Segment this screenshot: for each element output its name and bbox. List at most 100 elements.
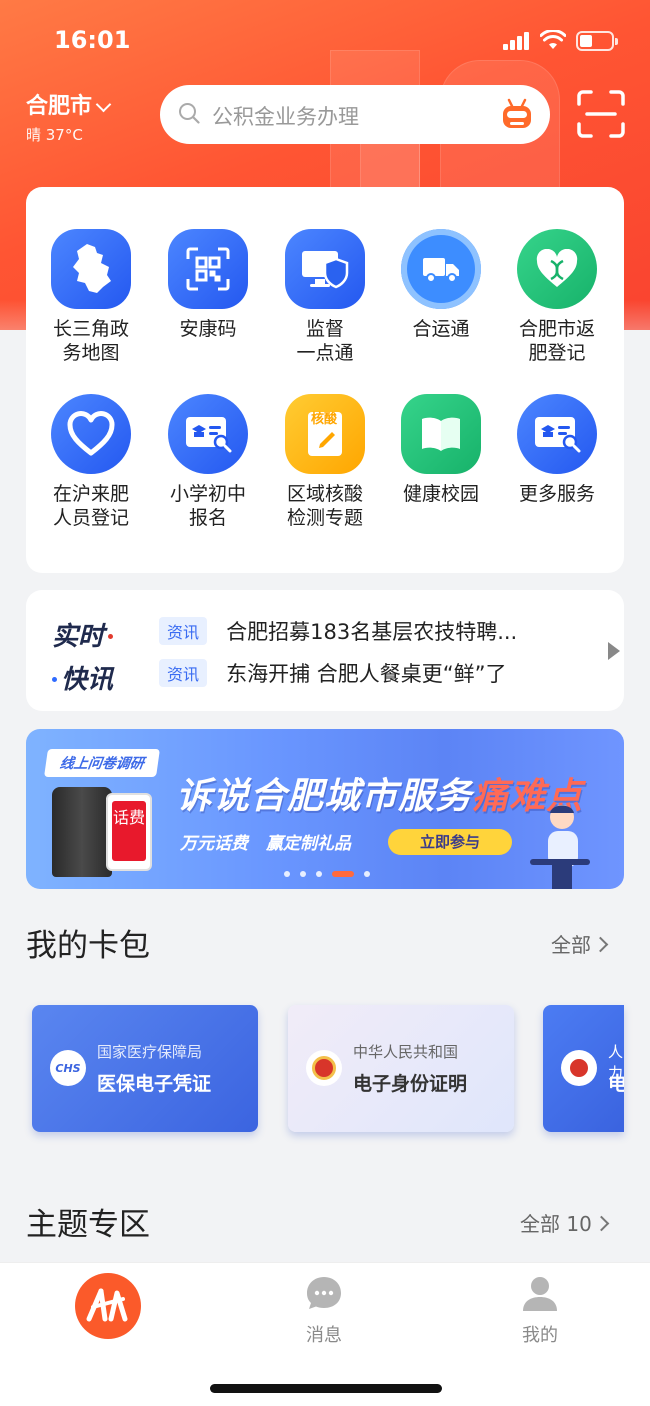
service-label-line1: 安康码 xyxy=(179,318,237,340)
id-card-icon xyxy=(517,394,597,474)
service-more[interactable]: 更多服务 xyxy=(499,394,615,506)
qr-code-icon xyxy=(168,229,248,309)
service-label: 合肥市返 肥登记 xyxy=(499,317,615,365)
truck-icon xyxy=(401,229,481,309)
service-healthy-campus[interactable]: 健康校园 xyxy=(383,394,499,506)
pagination-dot xyxy=(300,870,306,877)
person-illustration xyxy=(530,805,590,889)
monitor-shield-icon xyxy=(285,229,365,309)
card-issuer: 国家医疗保障局 xyxy=(97,1043,203,1061)
emblem-shape xyxy=(567,1056,591,1080)
heart-dna-icon xyxy=(517,229,597,309)
service-ankang-code[interactable]: 安康码 xyxy=(150,229,266,341)
promo-banner[interactable]: 线上问卷调研 话费 诉说合肥城市服务痛难点 万元话费 赢定制礼品 立即参与 xyxy=(26,729,624,889)
wifi-icon xyxy=(540,30,566,49)
service-label-line1: 区域核酸 xyxy=(286,483,363,505)
electronic-id-card[interactable]: 中华人民共和国 电子身份证明 xyxy=(288,1005,514,1132)
chevron-right-icon xyxy=(593,1215,610,1232)
pagination-dot xyxy=(284,870,290,877)
news-logo: 实时 快讯 xyxy=(52,616,142,696)
service-label: 区域核酸 检测专题 xyxy=(267,482,383,530)
wallet-view-all-link[interactable]: 全部 xyxy=(551,929,609,958)
news-title: 合肥招募183名基层农技特聘... xyxy=(226,620,518,644)
service-label-line1: 健康校园 xyxy=(402,483,479,505)
pagination-dot xyxy=(332,870,354,877)
search-placeholder: 公积金业务办理 xyxy=(212,105,359,129)
service-label-line1: 小学初中 xyxy=(169,483,246,505)
chs-emblem-text: CHS xyxy=(55,1061,81,1075)
user-icon xyxy=(521,1275,559,1313)
search-input[interactable]: 公积金业务办理 xyxy=(160,85,550,144)
service-supervision[interactable]: 监督 一点通 xyxy=(267,229,383,365)
service-label: 长三角政 务地图 xyxy=(33,317,149,365)
service-label: 健康校园 xyxy=(383,482,499,506)
service-nucleic-test[interactable]: 核酸 区域核酸 检测专题 xyxy=(267,394,383,530)
map-icon xyxy=(51,229,131,309)
chevron-down-icon xyxy=(95,96,112,113)
service-school-enrollment[interactable]: 小学初中 报名 xyxy=(150,394,266,530)
cellular-signal-icon xyxy=(503,32,533,50)
social-security-card[interactable]: 人力 电 xyxy=(543,1005,624,1132)
news-item[interactable]: 资讯 东海开捕 合肥人餐桌更“鲜”了 xyxy=(159,658,507,687)
card-name: 电 xyxy=(608,1073,624,1095)
nucleic-badge: 核酸 xyxy=(311,412,338,427)
service-label-line2: 检测专题 xyxy=(286,507,363,529)
smart-speaker-image xyxy=(52,787,112,877)
service-yangtze-map[interactable]: 长三角政 务地图 xyxy=(33,229,149,365)
status-time: 16:01 xyxy=(54,26,131,54)
chevron-right-icon xyxy=(592,936,609,953)
service-label-line2: 报名 xyxy=(188,507,227,529)
home-indicator xyxy=(210,1384,442,1393)
news-ticker[interactable]: 实时 快讯 资讯 合肥招募183名基层农技特聘... 资讯 东海开捕 合肥人餐桌… xyxy=(26,590,624,711)
service-label: 更多服务 xyxy=(499,482,615,506)
tab-mine-label: 我的 xyxy=(522,1325,558,1346)
weather-text: 晴 37°C xyxy=(26,126,83,144)
chs-emblem-icon: CHS xyxy=(50,1050,86,1086)
service-label-line2: 人员登记 xyxy=(52,507,129,529)
service-label-line1: 更多服务 xyxy=(518,483,595,505)
pagination-dot xyxy=(364,870,370,877)
service-heyuntong[interactable]: 合运通 xyxy=(383,229,499,341)
service-label: 在沪来肥 人员登记 xyxy=(33,482,149,530)
card-issuer: 中华人民共和国 xyxy=(353,1043,459,1061)
service-return-registration[interactable]: 合肥市返 肥登记 xyxy=(499,229,615,365)
news-tag: 资讯 xyxy=(159,617,208,645)
banner-pagination xyxy=(284,863,380,877)
service-shanghai-arrival[interactable]: 在沪来肥 人员登记 xyxy=(33,394,149,530)
tab-home[interactable] xyxy=(75,1273,141,1339)
hrss-emblem-icon xyxy=(561,1050,597,1086)
services-grid: 长三角政 务地图 安康码 监督 一点通 合运通 合肥市返 肥登记 在沪来肥 人员… xyxy=(26,187,624,573)
national-emblem-icon xyxy=(306,1050,342,1086)
heart-icon xyxy=(51,394,131,474)
tab-messages-label: 消息 xyxy=(306,1325,342,1346)
news-tag: 资讯 xyxy=(159,659,208,687)
service-label-line1: 在沪来肥 xyxy=(52,483,129,505)
banner-ribbon: 线上问卷调研 xyxy=(44,749,160,777)
wanshitong-logo-icon xyxy=(86,1288,128,1322)
topics-view-all-link[interactable]: 全部 10 xyxy=(520,1208,610,1237)
topics-view-all-label: 全部 10 xyxy=(520,1212,592,1236)
battery-icon xyxy=(576,31,618,51)
service-label-line2: 肥登记 xyxy=(528,342,586,364)
pagination-dot xyxy=(316,870,322,877)
robot-assistant-icon[interactable] xyxy=(500,97,534,133)
book-icon xyxy=(401,394,481,474)
banner-headline: 诉说合肥城市服务痛难点 xyxy=(176,767,583,819)
city-selector[interactable]: 合肥市 晴 37°C xyxy=(26,88,112,145)
nucleic-test-icon: 核酸 xyxy=(285,394,365,474)
banner-prize-2: 赢定制礼品 xyxy=(266,834,351,854)
search-icon xyxy=(179,103,200,124)
medical-insurance-card[interactable]: CHS 国家医疗保障局 医保电子凭证 xyxy=(32,1005,258,1132)
play-arrow-icon[interactable] xyxy=(608,642,620,660)
card-name: 电子身份证明 xyxy=(353,1073,468,1095)
tab-mine[interactable]: 我的 xyxy=(500,1275,580,1347)
wallet-section-title: 我的卡包 xyxy=(26,928,150,964)
tab-messages[interactable]: 消息 xyxy=(284,1275,364,1347)
news-item[interactable]: 资讯 合肥招募183名基层农技特聘... xyxy=(159,616,518,645)
topics-section-title: 主题专区 xyxy=(26,1207,150,1243)
scan-icon[interactable] xyxy=(575,88,627,140)
banner-subtitle: 万元话费 赢定制礼品 xyxy=(180,829,369,854)
banner-cta-button[interactable]: 立即参与 xyxy=(388,829,512,855)
city-name: 合肥市 xyxy=(26,94,93,119)
news-logo-line2: 快讯 xyxy=(61,665,114,695)
